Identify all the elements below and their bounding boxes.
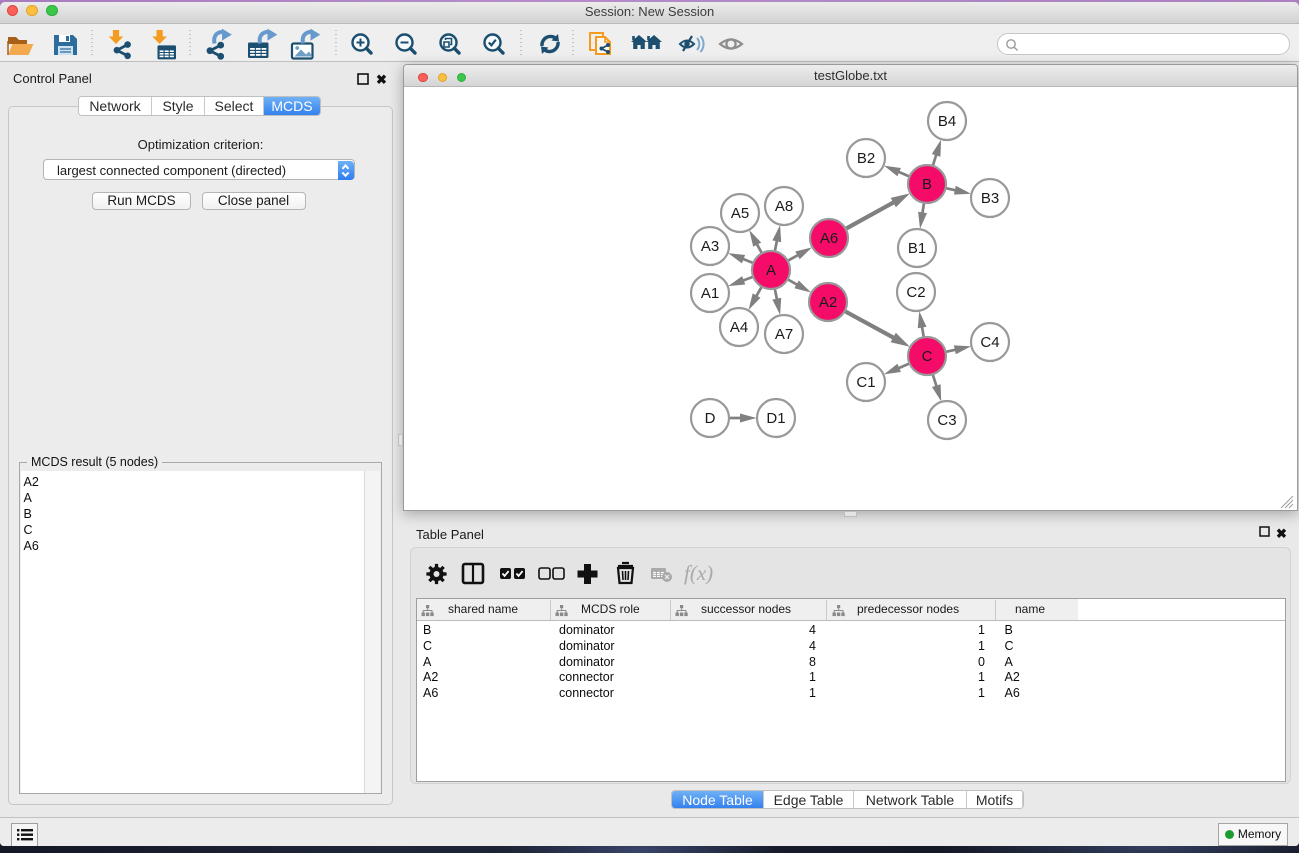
svg-text:D: D [705, 410, 716, 427]
svg-text:B1: B1 [908, 240, 926, 257]
svg-text:A8: A8 [775, 198, 793, 215]
svg-text:A3: A3 [701, 238, 719, 255]
svg-text:B: B [922, 176, 932, 193]
svg-text:A7: A7 [775, 326, 793, 343]
svg-text:B4: B4 [938, 113, 956, 130]
svg-text:C2: C2 [906, 284, 925, 301]
svg-text:C: C [922, 348, 933, 365]
svg-text:A4: A4 [730, 319, 748, 336]
svg-text:A: A [766, 262, 776, 279]
svg-text:C3: C3 [937, 412, 956, 429]
svg-text:C1: C1 [856, 374, 875, 391]
svg-text:C4: C4 [980, 334, 999, 351]
svg-text:A5: A5 [731, 205, 749, 222]
svg-text:A6: A6 [820, 230, 838, 247]
svg-text:D1: D1 [766, 410, 785, 427]
svg-text:A2: A2 [819, 294, 837, 311]
svg-text:B3: B3 [981, 190, 999, 207]
svg-text:B2: B2 [857, 150, 875, 167]
svg-text:A1: A1 [701, 285, 719, 302]
